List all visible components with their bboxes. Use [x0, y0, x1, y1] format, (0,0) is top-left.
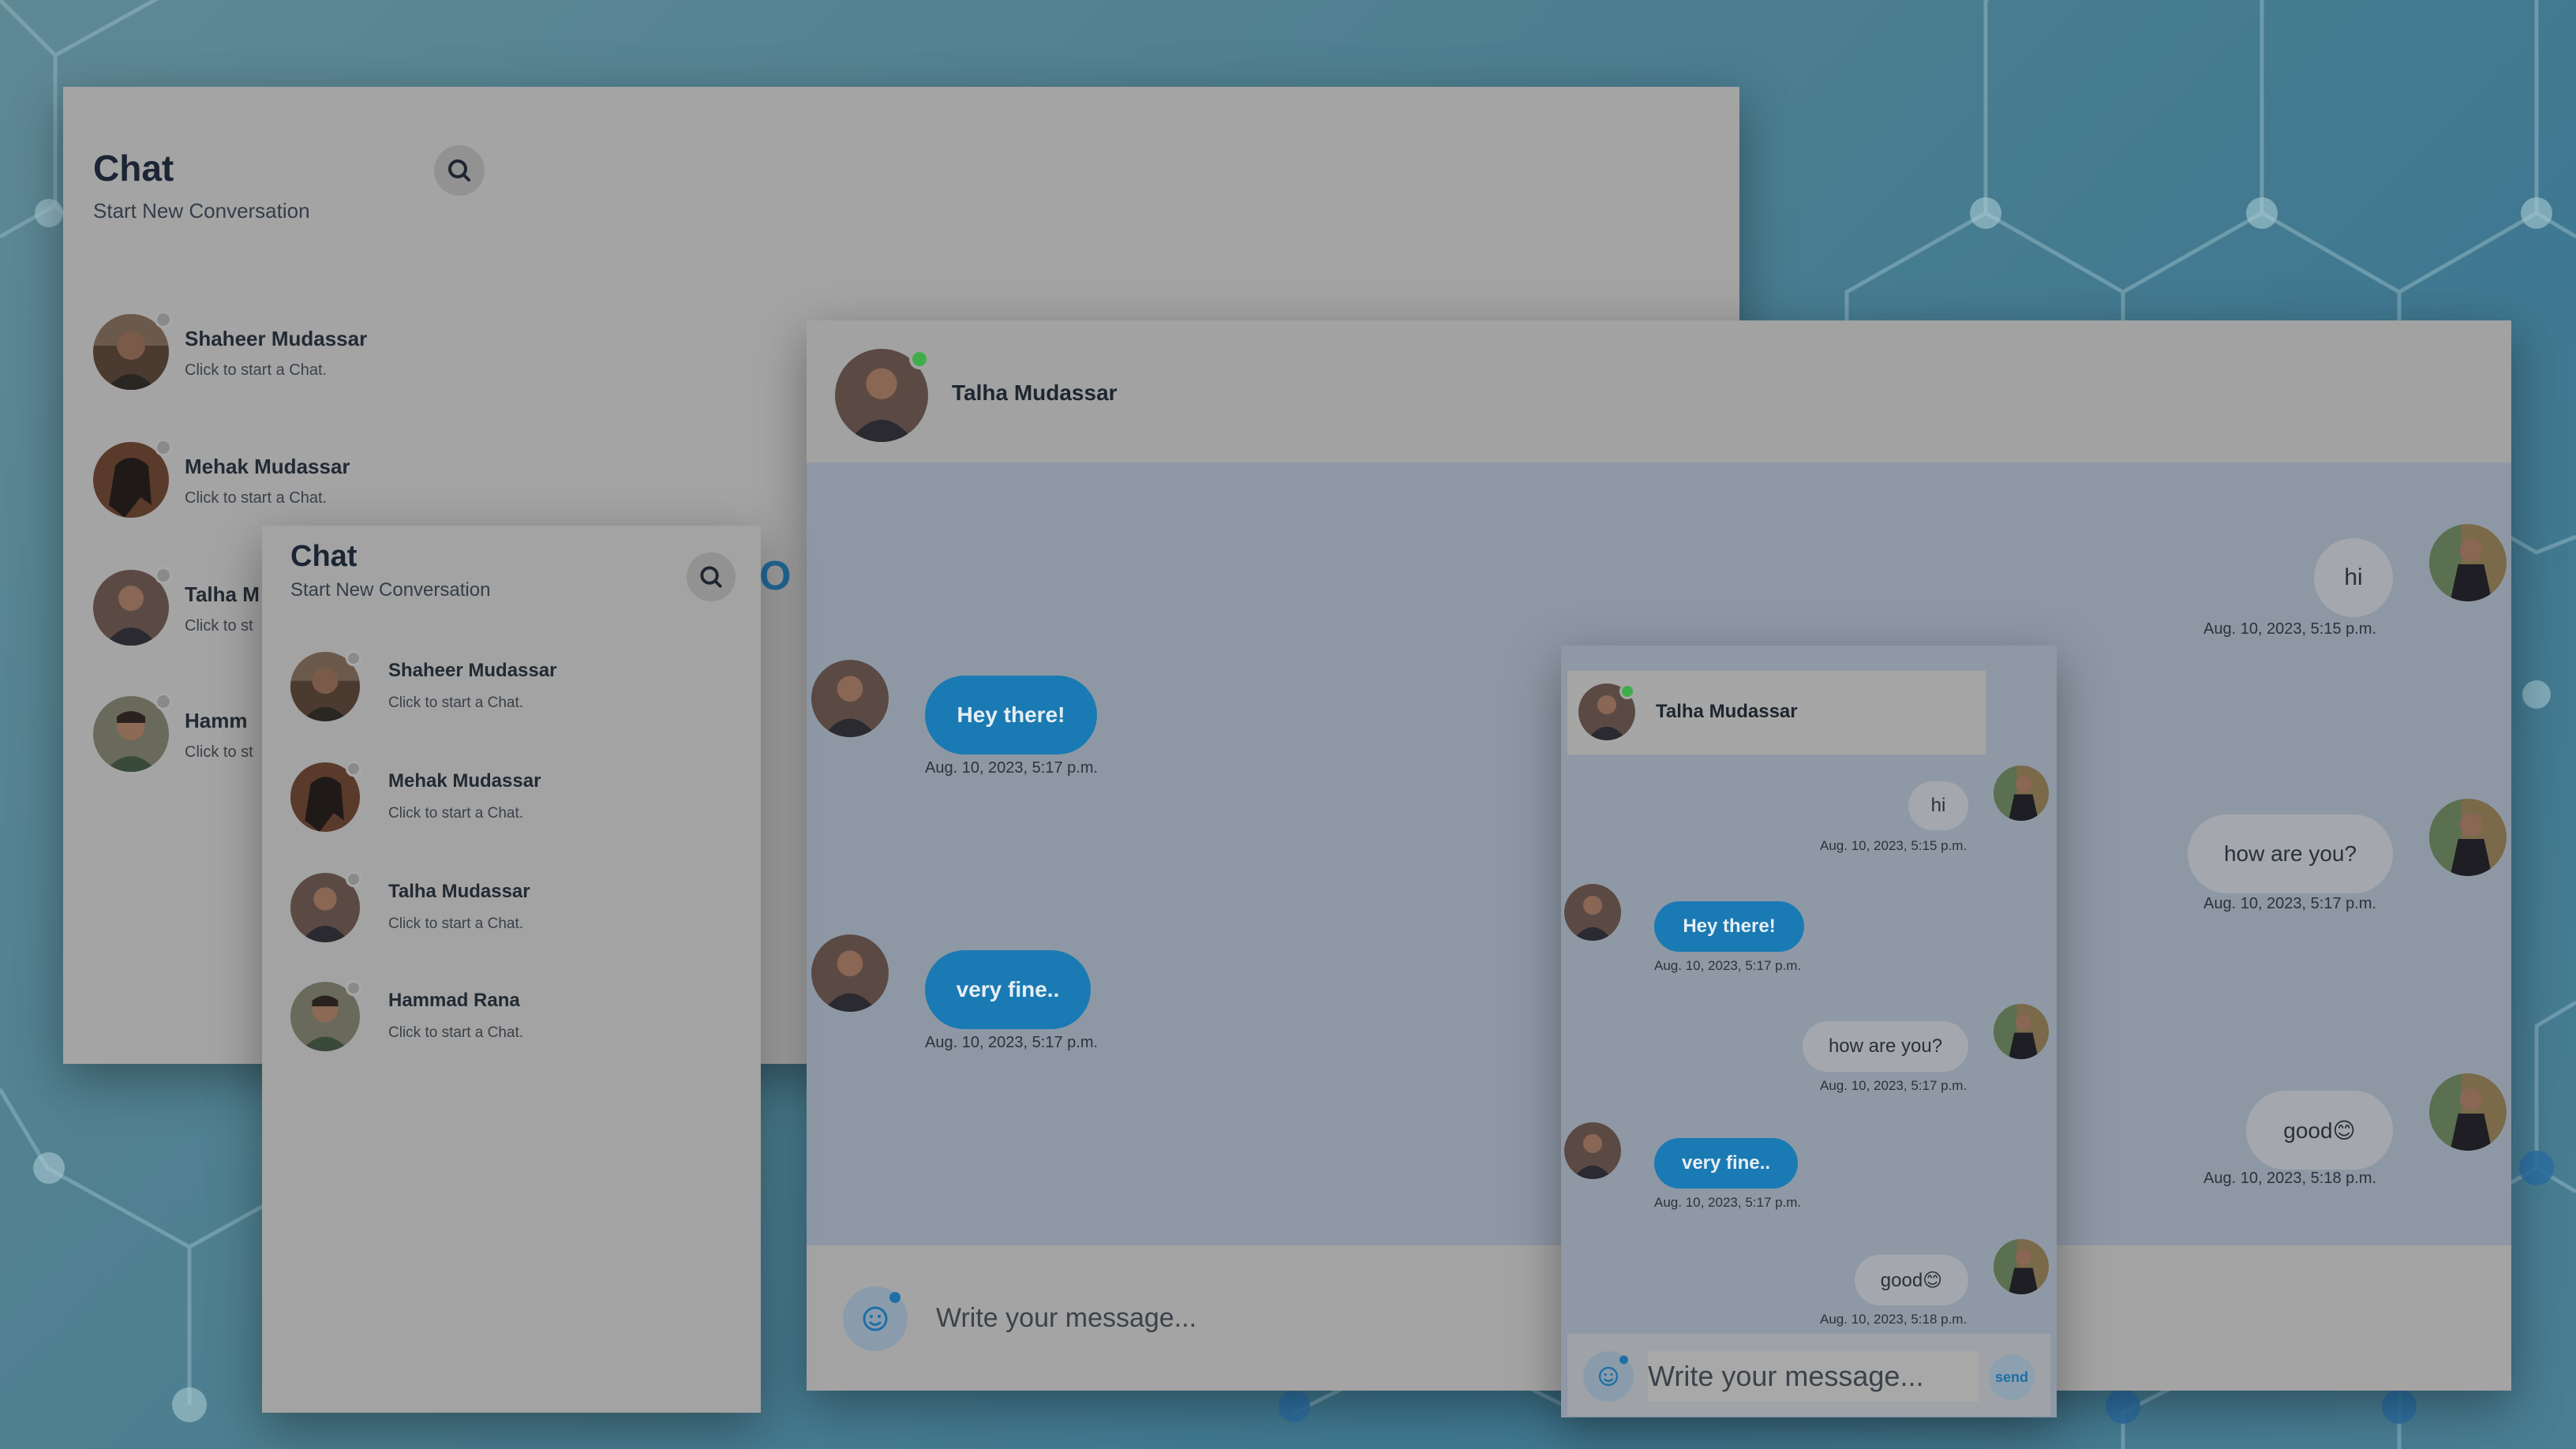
- contact-hint: Click to start a Chat.: [388, 805, 524, 822]
- contact-hint: Click to st: [185, 617, 253, 635]
- message-timestamp: Aug. 10, 2023, 5:17 p.m.: [925, 759, 1099, 777]
- emoji-button[interactable]: [843, 1286, 908, 1351]
- message-timestamp: Aug. 10, 2023, 5:17 p.m.: [2203, 895, 2377, 912]
- message-timestamp: Aug. 10, 2023, 5:17 p.m.: [1820, 1078, 1968, 1093]
- contact-item-mehak[interactable]: Mehak Mudassar Click to start a Chat.: [290, 759, 748, 838]
- search-icon: [448, 159, 470, 182]
- contact-name: Mehak Mudassar: [388, 770, 541, 792]
- avatar: [811, 934, 889, 1012]
- contact-hint: Click to start a Chat.: [388, 915, 524, 932]
- avatar: [2429, 1073, 2507, 1151]
- avatar: [811, 660, 889, 737]
- message-bubble-outgoing: hi: [2314, 538, 2393, 617]
- message-bubble-outgoing: good😊: [2246, 1091, 2393, 1170]
- avatar: [1564, 1122, 1621, 1179]
- contact-item-mehak[interactable]: Mehak Mudassar Click to start a Chat.: [93, 436, 803, 522]
- contact-name: Hamm: [185, 709, 248, 732]
- conversation-contact-name: Talha Mudassar: [1656, 701, 1798, 722]
- contact-name: Hammad Rana: [388, 990, 520, 1011]
- contact-item-hammad[interactable]: Hammad Rana Click to start a Chat.: [290, 979, 748, 1058]
- message-bubble-outgoing: how are you?: [2188, 814, 2393, 893]
- send-button[interactable]: send: [1989, 1354, 2035, 1400]
- message-input[interactable]: [1648, 1351, 1979, 1402]
- contact-hint: Click to st: [185, 743, 253, 761]
- contact-name: Shaheer Mudassar: [388, 660, 557, 681]
- avatar: [1564, 884, 1621, 941]
- avatar: [1994, 1004, 2049, 1059]
- message-input[interactable]: [936, 1293, 1646, 1343]
- chat-list-subtitle: Start New Conversation: [290, 579, 491, 601]
- message-bubble-incoming: very fine..: [925, 950, 1091, 1029]
- message-timestamp: Aug. 10, 2023, 5:18 p.m.: [1820, 1312, 1968, 1327]
- emoji-icon: [1598, 1355, 1628, 1387]
- conversation-window-small: Talha Mudassar hi Aug. 10, 2023, 5:15 p.…: [1561, 646, 2057, 1417]
- online-status-dot: [1619, 683, 1635, 699]
- status-dot: [346, 871, 361, 887]
- message-timestamp: Aug. 10, 2023, 5:18 p.m.: [2203, 1170, 2377, 1187]
- contact-name: Talha Mudassar: [388, 881, 530, 902]
- emoji-button[interactable]: [1583, 1351, 1634, 1402]
- chat-list-title: Chat: [93, 148, 174, 189]
- partial-heading-fragment: O: [759, 553, 792, 599]
- contact-item-shaheer[interactable]: Shaheer Mudassar Click to start a Chat.: [93, 308, 803, 395]
- status-dot: [346, 650, 361, 666]
- contact-hint: Click to start a Chat.: [388, 695, 524, 711]
- contact-hint: Click to start a Chat.: [185, 489, 328, 507]
- contact-item-shaheer[interactable]: Shaheer Mudassar Click to start a Chat.: [290, 649, 748, 728]
- conversation-header: Talha Mudassar: [1567, 671, 1986, 754]
- search-button[interactable]: [434, 145, 485, 196]
- contact-name: Talha M: [185, 582, 260, 606]
- avatar: [1994, 1239, 2049, 1294]
- conversation-header: Talha Mudassar: [807, 320, 2511, 462]
- status-dot: [155, 693, 172, 710]
- message-timestamp: Aug. 10, 2023, 5:17 p.m.: [1654, 958, 1802, 973]
- emoji-icon: [863, 1292, 900, 1331]
- conversation-contact-name: Talha Mudassar: [952, 380, 1118, 405]
- status-dot: [346, 980, 361, 996]
- message-bubble-incoming: Hey there!: [925, 676, 1097, 754]
- message-timestamp: Aug. 10, 2023, 5:17 p.m.: [925, 1034, 1099, 1051]
- avatar: [2429, 524, 2507, 601]
- message-bubble-outgoing: good😊: [1855, 1255, 1968, 1305]
- status-dot: [155, 439, 172, 456]
- contact-name: Shaheer Mudassar: [185, 327, 368, 350]
- chat-list-title: Chat: [290, 540, 358, 573]
- search-icon: [700, 566, 722, 588]
- contact-name: Mehak Mudassar: [185, 455, 350, 478]
- message-composer: send: [1567, 1334, 2050, 1416]
- contact-hint: Click to start a Chat.: [185, 361, 328, 379]
- status-dot: [155, 311, 172, 328]
- avatar: [2429, 799, 2507, 876]
- search-button[interactable]: [687, 552, 736, 601]
- message-timestamp: Aug. 10, 2023, 5:17 p.m.: [1654, 1195, 1802, 1210]
- avatar: [1994, 766, 2049, 821]
- message-bubble-incoming: Hey there!: [1654, 901, 1804, 952]
- chat-list-window-small: Chat Start New Conversation Shaheer Muda…: [262, 526, 761, 1413]
- message-bubble-outgoing: how are you?: [1803, 1021, 1968, 1072]
- online-status-dot: [909, 349, 930, 369]
- message-bubble-incoming: very fine..: [1654, 1138, 1798, 1189]
- contact-item-talha[interactable]: Talha Mudassar Click to start a Chat.: [290, 870, 748, 949]
- message-timestamp: Aug. 10, 2023, 5:15 p.m.: [1820, 838, 1968, 853]
- message-bubble-outgoing: hi: [1908, 781, 1968, 830]
- message-timestamp: Aug. 10, 2023, 5:15 p.m.: [2203, 620, 2377, 638]
- contact-hint: Click to start a Chat.: [388, 1024, 524, 1041]
- status-dot: [346, 761, 361, 777]
- status-dot: [155, 567, 172, 584]
- chat-list-subtitle: Start New Conversation: [93, 199, 310, 223]
